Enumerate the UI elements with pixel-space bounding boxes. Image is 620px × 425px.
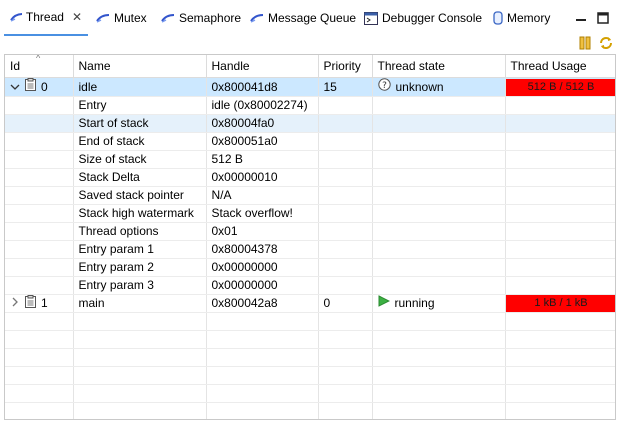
detail-row[interactable]: Size of stack 512 B [5, 150, 615, 169]
thread-doc-icon [25, 78, 36, 96]
detail-name: Entry [73, 96, 207, 115]
column-header-id[interactable]: ^ Id [5, 54, 74, 78]
minimize-icon[interactable] [575, 12, 587, 24]
thread-icon [250, 14, 264, 23]
tab-semaphore[interactable]: Semaphore [155, 0, 247, 36]
thread-icon [96, 14, 110, 23]
memory-icon [493, 11, 503, 25]
tab-label: Semaphore [179, 11, 242, 25]
detail-value: 0x00000000 [206, 276, 319, 295]
column-header-thread-state[interactable]: Thread state [372, 55, 506, 78]
detail-value: 0x00000010 [206, 168, 319, 187]
detail-value: 0x800051a0 [206, 132, 319, 151]
tab-message-queue[interactable]: Message Queue [244, 0, 362, 36]
detail-name: End of stack [73, 132, 207, 151]
thread-icon [161, 14, 175, 23]
detail-name: Entry param 1 [73, 240, 207, 259]
detail-row[interactable]: Entry idle (0x80002274) [5, 96, 615, 115]
table-row[interactable]: 1 main 0x800042a8 0 running 1 kB / 1 kB [5, 294, 615, 313]
thread-priority: 0 [318, 294, 373, 313]
detail-row[interactable]: Entry param 1 0x80004378 [5, 240, 615, 259]
detail-name: Entry param 2 [73, 258, 207, 277]
detail-row[interactable]: End of stack 0x800051a0 [5, 132, 615, 151]
tab-label: Memory [507, 11, 551, 25]
svg-text:?: ? [382, 81, 387, 91]
thread-priority: 15 [318, 77, 373, 97]
tab-label: Mutex [114, 11, 147, 25]
detail-row[interactable]: Entry param 3 0x00000000 [5, 276, 615, 295]
detail-name: Stack high watermark [73, 204, 207, 223]
detail-name: Saved stack pointer [73, 186, 207, 205]
sort-ascending-icon: ^ [36, 54, 41, 63]
close-icon[interactable]: ✕ [72, 10, 82, 24]
thread-table-panel: ^ Id Name Handle Priority Thread state Th… [4, 54, 616, 420]
console-icon [364, 11, 378, 25]
detail-row[interactable]: Start of stack 0x80004fa0 [5, 114, 615, 133]
detail-row[interactable]: Thread options 0x01 [5, 222, 615, 241]
thread-icon [10, 13, 22, 22]
detail-name: Thread options [73, 222, 207, 241]
maximize-icon[interactable] [597, 12, 609, 24]
tab-debugger-console[interactable]: Debugger Console [358, 0, 488, 36]
empty-row [5, 330, 615, 349]
detail-value: 0x80004378 [206, 240, 319, 259]
table-header: ^ Id Name Handle Priority Thread state Th… [5, 54, 615, 78]
detail-row[interactable]: Stack Delta 0x00000010 [5, 168, 615, 187]
detail-value: N/A [206, 186, 319, 205]
thread-handle: 0x800041d8 [206, 77, 319, 97]
column-header-thread-usage[interactable]: Thread Usage [505, 55, 615, 78]
chevron-down-icon[interactable] [10, 79, 20, 96]
thread-id: 1 [41, 296, 48, 310]
thread-name: idle [73, 77, 207, 97]
detail-row[interactable]: Stack high watermark Stack overflow! [5, 204, 615, 223]
pause-icon[interactable] [577, 35, 593, 51]
detail-value: 0x80004fa0 [206, 114, 319, 133]
column-header-name[interactable]: Name [73, 55, 207, 78]
detail-value: 0x00000000 [206, 258, 319, 277]
thread-usage-bar: 1 kB / 1 kB [505, 295, 615, 312]
detail-name: Start of stack [73, 114, 207, 133]
column-header-priority[interactable]: Priority [318, 55, 373, 78]
empty-row [5, 366, 615, 385]
detail-row[interactable]: Saved stack pointer N/A [5, 186, 615, 205]
thread-id: 0 [41, 79, 48, 94]
detail-value: 512 B [206, 150, 319, 169]
table-row[interactable]: 0 idle 0x800041d8 15 ? unknown 512 B / 5… [5, 77, 615, 97]
detail-value: idle (0x80002274) [206, 96, 319, 115]
thread-usage-bar: 512 B / 512 B [505, 78, 615, 96]
detail-value: 0x01 [206, 222, 319, 241]
tab-thread[interactable]: Thread ✕ [4, 0, 88, 36]
thread-table: ^ Id Name Handle Priority Thread state Th… [5, 54, 615, 419]
column-header-handle[interactable]: Handle [206, 55, 319, 78]
empty-row [5, 312, 615, 331]
refresh-icon[interactable] [598, 35, 614, 51]
tab-label: Thread [25, 10, 64, 24]
detail-row[interactable]: Entry param 2 0x00000000 [5, 258, 615, 277]
empty-row [5, 384, 615, 403]
tab-memory[interactable]: Memory [487, 0, 556, 36]
detail-value: Stack overflow! [206, 204, 319, 223]
tab-label: Debugger Console [382, 11, 483, 25]
chevron-right-icon[interactable] [10, 295, 20, 312]
empty-row [5, 402, 615, 419]
running-icon [378, 295, 390, 312]
detail-name: Size of stack [73, 150, 207, 169]
detail-name: Stack Delta [73, 168, 207, 187]
thread-handle: 0x800042a8 [206, 294, 319, 313]
thread-state: running [394, 296, 435, 310]
thread-state: unknown [395, 79, 444, 94]
question-icon: ? [377, 78, 391, 96]
tab-mutex[interactable]: Mutex [90, 0, 153, 36]
tab-label: Message Queue [268, 11, 357, 25]
thread-name: main [73, 294, 207, 313]
empty-row [5, 348, 615, 367]
detail-name: Entry param 3 [73, 276, 207, 295]
thread-doc-icon [25, 294, 36, 312]
view-tab-bar: Thread ✕ Mutex Semaphore Message Queue D… [0, 0, 620, 36]
